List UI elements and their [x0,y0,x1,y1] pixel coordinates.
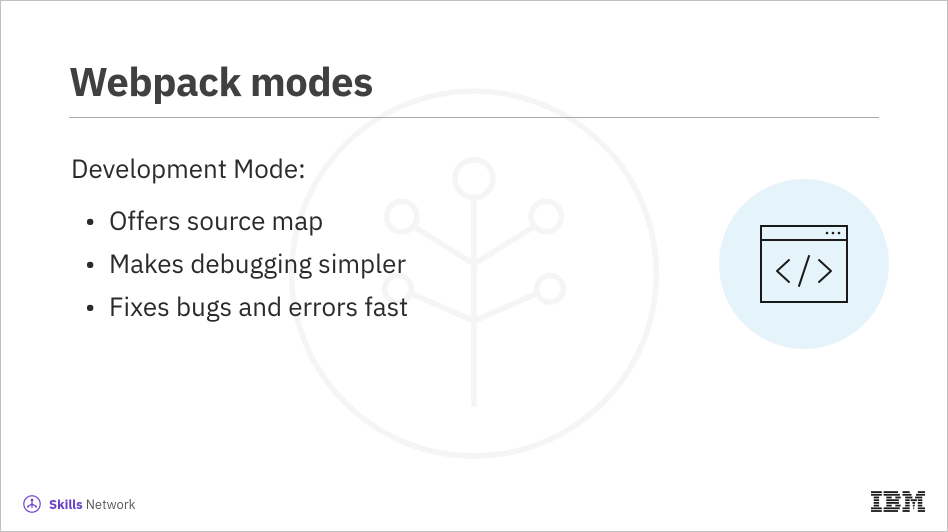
ibm-logo-icon [871,491,925,518]
skills-network-branding: Skills Network [23,495,135,513]
skills-network-text: Skills Network [49,496,135,513]
slide-footer: Skills Network [1,487,947,531]
code-window-icon [759,224,849,304]
skills-badge-icon [23,495,41,513]
slide-title: Webpack modes [69,55,879,118]
skills-regular-text: Network [83,496,136,513]
illustration-circle [719,179,889,349]
code-window-illustration [719,179,889,349]
skills-bold-text: Skills [49,496,83,513]
